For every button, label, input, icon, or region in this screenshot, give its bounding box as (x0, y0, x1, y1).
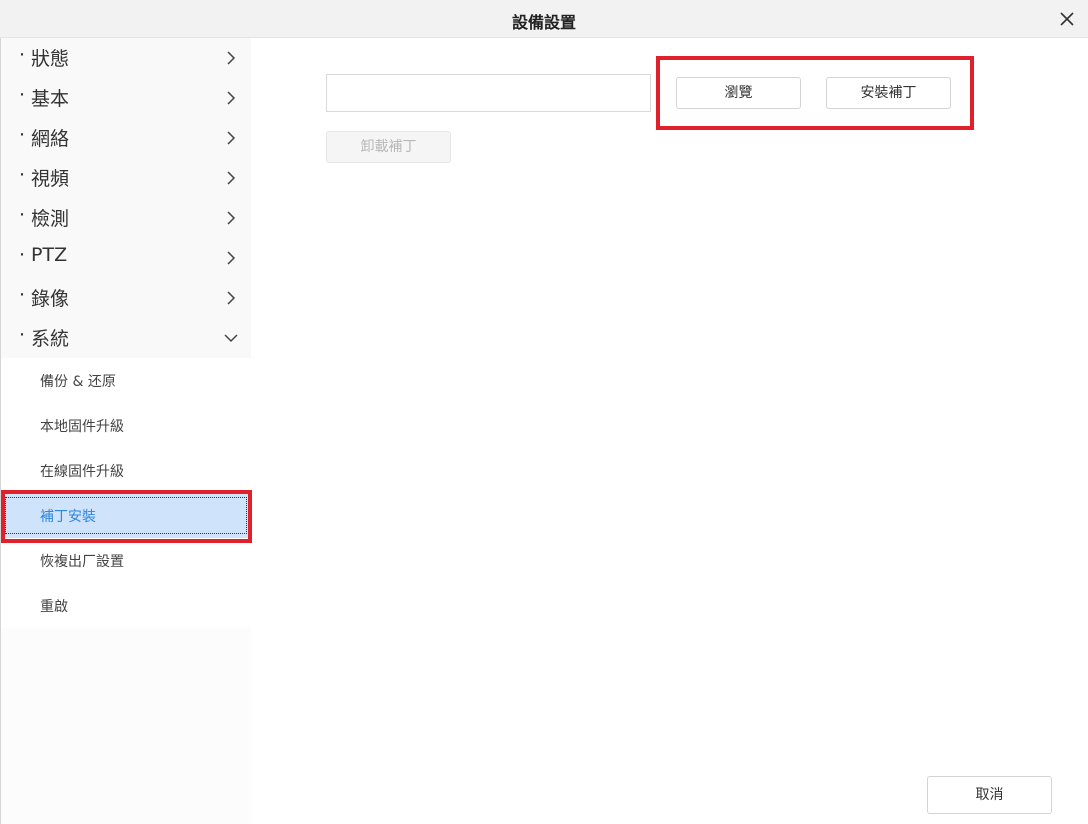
sidebar-item-label: 檢測 (31, 208, 70, 230)
sidebar-subitem-local-firmware-upgrade[interactable]: 本地固件升級 (1, 403, 251, 448)
sidebar-item-video[interactable]: · 視頻 (1, 158, 251, 198)
chevron-right-icon (227, 131, 236, 145)
browse-button[interactable]: 瀏覽 (676, 77, 801, 109)
close-icon[interactable] (1056, 8, 1078, 30)
chevron-right-icon (227, 171, 236, 185)
window-title: 設備設置 (511, 13, 576, 32)
chevron-right-icon (227, 91, 236, 105)
sidebar-item-label: 網絡 (31, 128, 70, 150)
sidebar-subitem-backup-restore[interactable]: 備份 & 还原 (1, 358, 251, 403)
sidebar-item-system[interactable]: · 系統 (1, 318, 251, 358)
sidebar-item-basic[interactable]: · 基本 (1, 78, 251, 118)
sidebar-subitem-online-firmware-upgrade[interactable]: 在線固件升級 (1, 448, 251, 493)
sidebar-item-recording[interactable]: · 錄像 (1, 278, 251, 318)
chevron-right-icon (227, 51, 236, 65)
sidebar-item-label: 系統 (31, 328, 70, 350)
sidebar-item-status[interactable]: · 狀態 (1, 38, 251, 78)
title-bar: 設備設置 (0, 0, 1088, 38)
chevron-down-icon (224, 334, 238, 343)
sidebar-item-label: 狀態 (31, 48, 70, 70)
sidebar-subitem-label: 在線固件升級 (40, 464, 124, 480)
sidebar-subitem-label: 備份 & 还原 (40, 374, 116, 390)
sidebar-item-label: 錄像 (31, 288, 70, 310)
chevron-right-icon (227, 291, 236, 305)
sidebar-item-label: PTZ (31, 244, 68, 266)
cancel-button[interactable]: 取消 (927, 776, 1052, 814)
install-patch-button[interactable]: 安裝補丁 (826, 77, 951, 109)
sidebar-subitem-label: 補丁安裝 (40, 509, 96, 525)
patch-file-path-input[interactable] (326, 74, 651, 112)
sidebar-item-label: 視頻 (31, 168, 70, 190)
sidebar-subitem-label: 本地固件升級 (40, 419, 124, 435)
sidebar-subitem-label: 重啟 (40, 599, 68, 615)
sidebar: · 狀態 · 基本 · 網絡 · 視頻 · 檢測 · PTZ · 錄像 · 系統… (0, 38, 251, 824)
sidebar-item-detection[interactable]: · 檢測 (1, 198, 251, 238)
sidebar-item-ptz[interactable]: · PTZ (1, 238, 251, 278)
sidebar-item-network[interactable]: · 網絡 (1, 118, 251, 158)
sidebar-item-label: 基本 (31, 88, 70, 110)
uninstall-patch-button[interactable]: 卸載補丁 (326, 131, 451, 163)
chevron-right-icon (227, 211, 236, 225)
sidebar-subitem-label: 恢複出厂設置 (40, 554, 124, 570)
sidebar-filler (1, 628, 251, 824)
sidebar-subitem-reboot[interactable]: 重啟 (1, 583, 251, 628)
sidebar-subitem-factory-reset[interactable]: 恢複出厂設置 (1, 538, 251, 583)
sidebar-subitem-patch-install[interactable]: 補丁安裝 (1, 493, 251, 538)
chevron-right-icon (227, 251, 236, 265)
